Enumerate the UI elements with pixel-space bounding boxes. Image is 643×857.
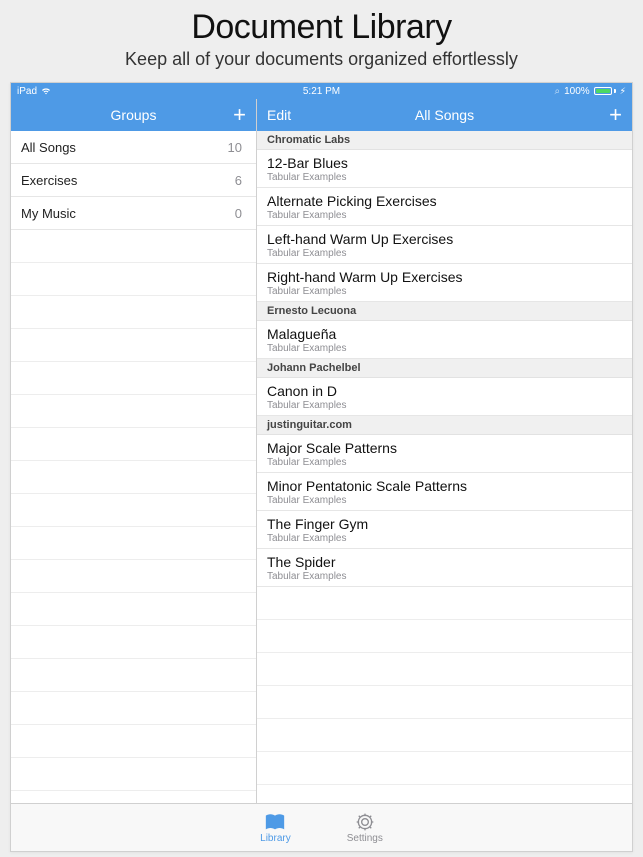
empty-row (11, 758, 256, 791)
song-row[interactable]: Left-hand Warm Up ExercisesTabular Examp… (257, 226, 632, 264)
device-frame: iPad 5:21 PM ⌕ 100% ⚡︎ Groups + All Song… (10, 82, 633, 852)
song-title: Left-hand Warm Up Exercises (267, 231, 622, 247)
empty-row (257, 752, 632, 785)
main-pane: Edit All Songs + Chromatic Labs12-Bar Bl… (257, 99, 632, 803)
empty-row (11, 791, 256, 803)
song-subtitle: Tabular Examples (267, 400, 622, 411)
tab-settings[interactable]: Settings (347, 812, 383, 844)
battery-icon (594, 87, 616, 95)
empty-row (11, 527, 256, 560)
empty-row (11, 362, 256, 395)
empty-row (11, 263, 256, 296)
song-row[interactable]: 12-Bar BluesTabular Examples (257, 150, 632, 188)
empty-row (11, 296, 256, 329)
song-subtitle: Tabular Examples (267, 343, 622, 354)
group-row[interactable]: My Music 0 (11, 197, 256, 230)
song-subtitle: Tabular Examples (267, 210, 622, 221)
page-header: Document Library Keep all of your docume… (0, 0, 643, 76)
empty-row (11, 593, 256, 626)
clock-label: 5:21 PM (303, 86, 340, 97)
empty-row (11, 560, 256, 593)
group-list: All Songs 10 Exercises 6 My Music 0 (11, 131, 256, 803)
song-title: Minor Pentatonic Scale Patterns (267, 478, 622, 494)
group-label: My Music (21, 206, 76, 221)
section-header: justinguitar.com (257, 416, 632, 435)
tab-bar: Library Settings (11, 803, 632, 851)
empty-row (11, 329, 256, 362)
page-subtitle: Keep all of your documents organized eff… (0, 49, 643, 70)
song-row[interactable]: Canon in DTabular Examples (257, 378, 632, 416)
sidebar: Groups + All Songs 10 Exercises 6 My Music 0 (11, 99, 257, 803)
main-title: All Songs (415, 107, 474, 123)
empty-row (11, 395, 256, 428)
status-bar: iPad 5:21 PM ⌕ 100% ⚡︎ (11, 83, 632, 99)
group-count: 0 (235, 206, 242, 221)
song-title: Canon in D (267, 383, 622, 399)
song-title: Alternate Picking Exercises (267, 193, 622, 209)
tab-settings-label: Settings (347, 833, 383, 844)
group-label: All Songs (21, 140, 76, 155)
gear-icon (354, 812, 376, 832)
bluetooth-icon: ⌕ (554, 86, 560, 97)
group-row[interactable]: Exercises 6 (11, 164, 256, 197)
tab-library[interactable]: Library (260, 812, 291, 844)
empty-row (11, 659, 256, 692)
edit-button[interactable]: Edit (267, 99, 291, 131)
empty-row (257, 653, 632, 686)
song-row[interactable]: Alternate Picking ExercisesTabular Examp… (257, 188, 632, 226)
song-title: The Spider (267, 554, 622, 570)
main-navbar: Edit All Songs + (257, 99, 632, 131)
empty-row (11, 494, 256, 527)
song-subtitle: Tabular Examples (267, 457, 622, 468)
tab-library-label: Library (260, 833, 291, 844)
empty-row (11, 626, 256, 659)
sidebar-navbar: Groups + (11, 99, 256, 131)
song-row[interactable]: MalagueñaTabular Examples (257, 321, 632, 359)
song-subtitle: Tabular Examples (267, 533, 622, 544)
song-list: Chromatic Labs12-Bar BluesTabular Exampl… (257, 131, 632, 803)
song-row[interactable]: The SpiderTabular Examples (257, 549, 632, 587)
song-subtitle: Tabular Examples (267, 571, 622, 582)
empty-row (11, 692, 256, 725)
song-subtitle: Tabular Examples (267, 286, 622, 297)
song-subtitle: Tabular Examples (267, 172, 622, 183)
group-count: 10 (228, 140, 242, 155)
add-group-button[interactable]: + (233, 99, 246, 131)
song-row[interactable]: Major Scale PatternsTabular Examples (257, 435, 632, 473)
song-title: Malagueña (267, 326, 622, 342)
group-row[interactable]: All Songs 10 (11, 131, 256, 164)
empty-row (11, 230, 256, 263)
add-song-button[interactable]: + (609, 99, 622, 131)
empty-row (11, 461, 256, 494)
song-title: 12-Bar Blues (267, 155, 622, 171)
empty-row (257, 785, 632, 803)
section-header: Ernesto Lecuona (257, 302, 632, 321)
charging-icon: ⚡︎ (620, 86, 626, 97)
song-subtitle: Tabular Examples (267, 248, 622, 259)
carrier-label: iPad (17, 86, 37, 97)
page-title: Document Library (0, 8, 643, 47)
song-title: Right-hand Warm Up Exercises (267, 269, 622, 285)
wifi-icon (41, 87, 51, 95)
sidebar-title: Groups (111, 107, 157, 123)
song-row[interactable]: Minor Pentatonic Scale PatternsTabular E… (257, 473, 632, 511)
song-row[interactable]: Right-hand Warm Up ExercisesTabular Exam… (257, 264, 632, 302)
song-subtitle: Tabular Examples (267, 495, 622, 506)
song-title: Major Scale Patterns (267, 440, 622, 456)
section-header: Chromatic Labs (257, 131, 632, 150)
group-label: Exercises (21, 173, 77, 188)
empty-row (257, 587, 632, 620)
empty-row (11, 428, 256, 461)
book-icon (264, 812, 286, 832)
group-count: 6 (235, 173, 242, 188)
empty-row (257, 686, 632, 719)
empty-row (257, 719, 632, 752)
empty-row (11, 725, 256, 758)
battery-pct: 100% (564, 86, 590, 97)
song-title: The Finger Gym (267, 516, 622, 532)
empty-row (257, 620, 632, 653)
song-row[interactable]: The Finger GymTabular Examples (257, 511, 632, 549)
section-header: Johann Pachelbel (257, 359, 632, 378)
